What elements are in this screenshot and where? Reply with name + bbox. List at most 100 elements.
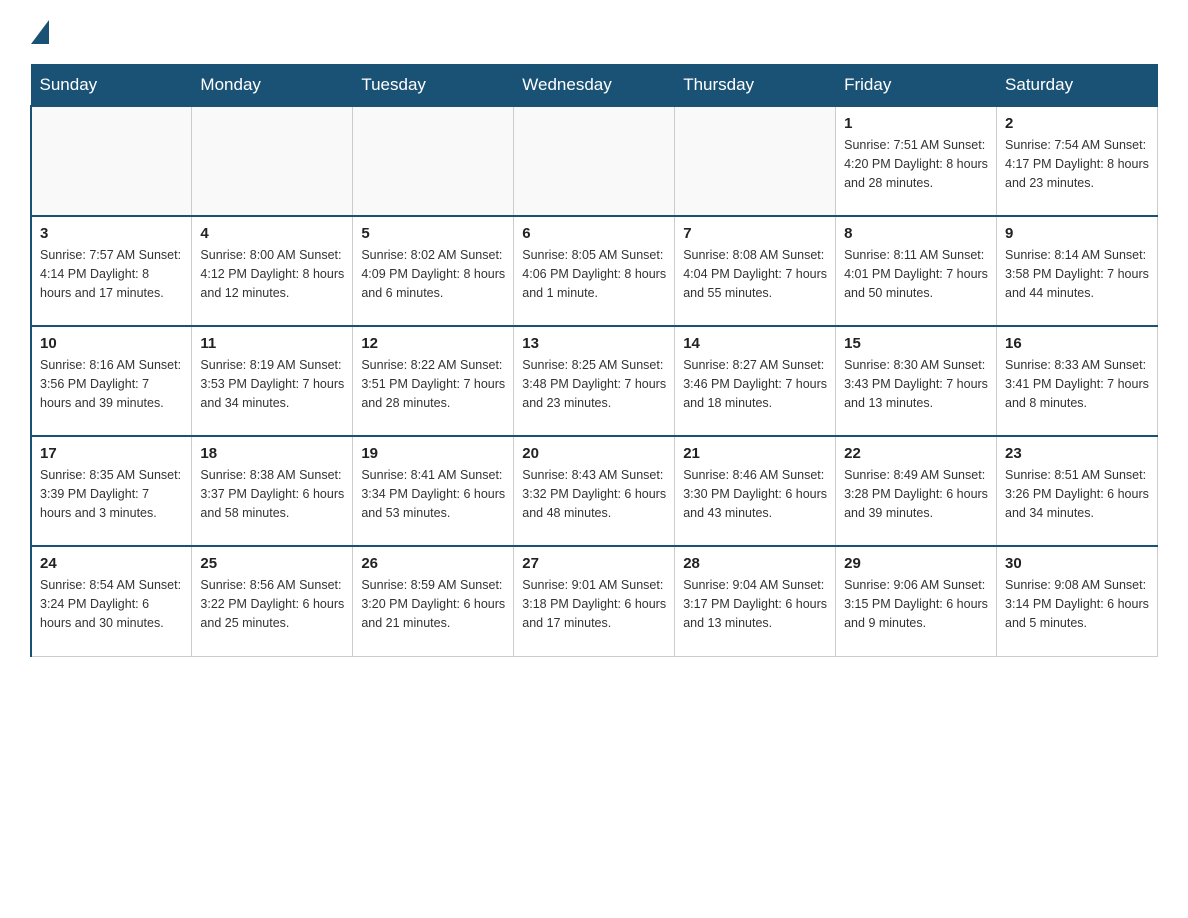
calendar-cell: 2 Sunrise: 7:54 AM Sunset: 4:17 PM Daylig…: [997, 106, 1158, 216]
calendar-cell: 25 Sunrise: 8:56 AM Sunset: 3:22 PM Dayli…: [192, 546, 353, 656]
day-number: 7: [683, 225, 827, 242]
calendar-week-row: 17 Sunrise: 8:35 AM Sunset: 3:39 PM Dayli…: [31, 436, 1158, 546]
calendar-cell: 21 Sunrise: 8:46 AM Sunset: 3:30 PM Dayli…: [675, 436, 836, 546]
day-number: 12: [361, 335, 505, 352]
day-number: 17: [40, 445, 183, 462]
calendar-cell: 16 Sunrise: 8:33 AM Sunset: 3:41 PM Dayli…: [997, 326, 1158, 436]
day-number: 29: [844, 555, 988, 572]
day-info: Sunrise: 8:16 AM Sunset: 3:56 PM Dayligh…: [40, 356, 183, 412]
day-info: Sunrise: 9:04 AM Sunset: 3:17 PM Dayligh…: [683, 576, 827, 632]
day-number: 1: [844, 115, 988, 132]
day-info: Sunrise: 7:57 AM Sunset: 4:14 PM Dayligh…: [40, 246, 183, 302]
day-number: 8: [844, 225, 988, 242]
day-number: 19: [361, 445, 505, 462]
weekday-header-tuesday: Tuesday: [353, 65, 514, 107]
day-info: Sunrise: 8:00 AM Sunset: 4:12 PM Dayligh…: [200, 246, 344, 302]
day-number: 25: [200, 555, 344, 572]
calendar-cell: 27 Sunrise: 9:01 AM Sunset: 3:18 PM Dayli…: [514, 546, 675, 656]
day-number: 6: [522, 225, 666, 242]
calendar-cell: [675, 106, 836, 216]
calendar-cell: 13 Sunrise: 8:25 AM Sunset: 3:48 PM Dayli…: [514, 326, 675, 436]
calendar-cell: 29Sunrise: 9:06 AM Sunset: 3:15 PM Dayli…: [836, 546, 997, 656]
page-header: [30, 20, 1158, 44]
weekday-header-friday: Friday: [836, 65, 997, 107]
calendar-cell: 15 Sunrise: 8:30 AM Sunset: 3:43 PM Dayli…: [836, 326, 997, 436]
weekday-header-saturday: Saturday: [997, 65, 1158, 107]
day-info: Sunrise: 9:01 AM Sunset: 3:18 PM Dayligh…: [522, 576, 666, 632]
calendar-cell: 3 Sunrise: 7:57 AM Sunset: 4:14 PM Daylig…: [31, 216, 192, 326]
calendar-cell: 8 Sunrise: 8:11 AM Sunset: 4:01 PM Daylig…: [836, 216, 997, 326]
calendar-week-row: 1 Sunrise: 7:51 AM Sunset: 4:20 PM Daylig…: [31, 106, 1158, 216]
day-number: 15: [844, 335, 988, 352]
calendar-cell: 20 Sunrise: 8:43 AM Sunset: 3:32 PM Dayli…: [514, 436, 675, 546]
logo: [30, 20, 49, 44]
calendar-cell: [353, 106, 514, 216]
logo-arrow-icon: [31, 20, 49, 44]
calendar-cell: [31, 106, 192, 216]
day-info: Sunrise: 8:33 AM Sunset: 3:41 PM Dayligh…: [1005, 356, 1149, 412]
day-info: Sunrise: 8:25 AM Sunset: 3:48 PM Dayligh…: [522, 356, 666, 412]
day-info: Sunrise: 8:54 AM Sunset: 3:24 PM Dayligh…: [40, 576, 183, 632]
day-info: Sunrise: 8:51 AM Sunset: 3:26 PM Dayligh…: [1005, 466, 1149, 522]
day-number: 3: [40, 225, 183, 242]
day-number: 30: [1005, 555, 1149, 572]
calendar-cell: 10 Sunrise: 8:16 AM Sunset: 3:56 PM Dayli…: [31, 326, 192, 436]
calendar-cell: 7Sunrise: 8:08 AM Sunset: 4:04 PM Daylig…: [675, 216, 836, 326]
calendar-cell: 28Sunrise: 9:04 AM Sunset: 3:17 PM Dayli…: [675, 546, 836, 656]
day-number: 27: [522, 555, 666, 572]
day-info: Sunrise: 8:27 AM Sunset: 3:46 PM Dayligh…: [683, 356, 827, 412]
day-info: Sunrise: 8:19 AM Sunset: 3:53 PM Dayligh…: [200, 356, 344, 412]
calendar-table: SundayMondayTuesdayWednesdayThursdayFrid…: [30, 64, 1158, 657]
calendar-cell: 4 Sunrise: 8:00 AM Sunset: 4:12 PM Daylig…: [192, 216, 353, 326]
day-info: Sunrise: 8:11 AM Sunset: 4:01 PM Dayligh…: [844, 246, 988, 302]
day-number: 23: [1005, 445, 1149, 462]
calendar-cell: [192, 106, 353, 216]
day-info: Sunrise: 8:38 AM Sunset: 3:37 PM Dayligh…: [200, 466, 344, 522]
day-info: Sunrise: 8:46 AM Sunset: 3:30 PM Dayligh…: [683, 466, 827, 522]
day-number: 5: [361, 225, 505, 242]
day-info: Sunrise: 8:41 AM Sunset: 3:34 PM Dayligh…: [361, 466, 505, 522]
weekday-header-sunday: Sunday: [31, 65, 192, 107]
calendar-week-row: 3 Sunrise: 7:57 AM Sunset: 4:14 PM Daylig…: [31, 216, 1158, 326]
day-number: 16: [1005, 335, 1149, 352]
day-info: Sunrise: 8:56 AM Sunset: 3:22 PM Dayligh…: [200, 576, 344, 632]
day-info: Sunrise: 8:30 AM Sunset: 3:43 PM Dayligh…: [844, 356, 988, 412]
calendar-cell: 11 Sunrise: 8:19 AM Sunset: 3:53 PM Dayli…: [192, 326, 353, 436]
calendar-cell: 6Sunrise: 8:05 AM Sunset: 4:06 PM Daylig…: [514, 216, 675, 326]
calendar-week-row: 10 Sunrise: 8:16 AM Sunset: 3:56 PM Dayli…: [31, 326, 1158, 436]
calendar-cell: 19 Sunrise: 8:41 AM Sunset: 3:34 PM Dayli…: [353, 436, 514, 546]
calendar-cell: 18 Sunrise: 8:38 AM Sunset: 3:37 PM Dayli…: [192, 436, 353, 546]
calendar-cell: 23 Sunrise: 8:51 AM Sunset: 3:26 PM Dayli…: [997, 436, 1158, 546]
day-info: Sunrise: 8:02 AM Sunset: 4:09 PM Dayligh…: [361, 246, 505, 302]
day-info: Sunrise: 8:49 AM Sunset: 3:28 PM Dayligh…: [844, 466, 988, 522]
day-number: 14: [683, 335, 827, 352]
day-number: 13: [522, 335, 666, 352]
calendar-cell: 22 Sunrise: 8:49 AM Sunset: 3:28 PM Dayli…: [836, 436, 997, 546]
calendar-cell: 5 Sunrise: 8:02 AM Sunset: 4:09 PM Daylig…: [353, 216, 514, 326]
day-number: 2: [1005, 115, 1149, 132]
calendar-cell: 12 Sunrise: 8:22 AM Sunset: 3:51 PM Dayli…: [353, 326, 514, 436]
day-info: Sunrise: 8:59 AM Sunset: 3:20 PM Dayligh…: [361, 576, 505, 632]
day-info: Sunrise: 7:54 AM Sunset: 4:17 PM Dayligh…: [1005, 136, 1149, 192]
day-number: 18: [200, 445, 344, 462]
day-number: 9: [1005, 225, 1149, 242]
day-number: 4: [200, 225, 344, 242]
day-number: 20: [522, 445, 666, 462]
calendar-cell: [514, 106, 675, 216]
day-info: Sunrise: 8:43 AM Sunset: 3:32 PM Dayligh…: [522, 466, 666, 522]
calendar-week-row: 24Sunrise: 8:54 AM Sunset: 3:24 PM Dayli…: [31, 546, 1158, 656]
day-info: Sunrise: 8:22 AM Sunset: 3:51 PM Dayligh…: [361, 356, 505, 412]
day-number: 11: [200, 335, 344, 352]
calendar-cell: 26 Sunrise: 8:59 AM Sunset: 3:20 PM Dayli…: [353, 546, 514, 656]
calendar-cell: 1 Sunrise: 7:51 AM Sunset: 4:20 PM Daylig…: [836, 106, 997, 216]
day-number: 21: [683, 445, 827, 462]
calendar-cell: 24Sunrise: 8:54 AM Sunset: 3:24 PM Dayli…: [31, 546, 192, 656]
weekday-header-thursday: Thursday: [675, 65, 836, 107]
day-info: Sunrise: 8:35 AM Sunset: 3:39 PM Dayligh…: [40, 466, 183, 522]
day-info: Sunrise: 7:51 AM Sunset: 4:20 PM Dayligh…: [844, 136, 988, 192]
calendar-cell: 9Sunrise: 8:14 AM Sunset: 3:58 PM Daylig…: [997, 216, 1158, 326]
weekday-header-row: SundayMondayTuesdayWednesdayThursdayFrid…: [31, 65, 1158, 107]
day-number: 26: [361, 555, 505, 572]
day-number: 22: [844, 445, 988, 462]
day-number: 10: [40, 335, 183, 352]
